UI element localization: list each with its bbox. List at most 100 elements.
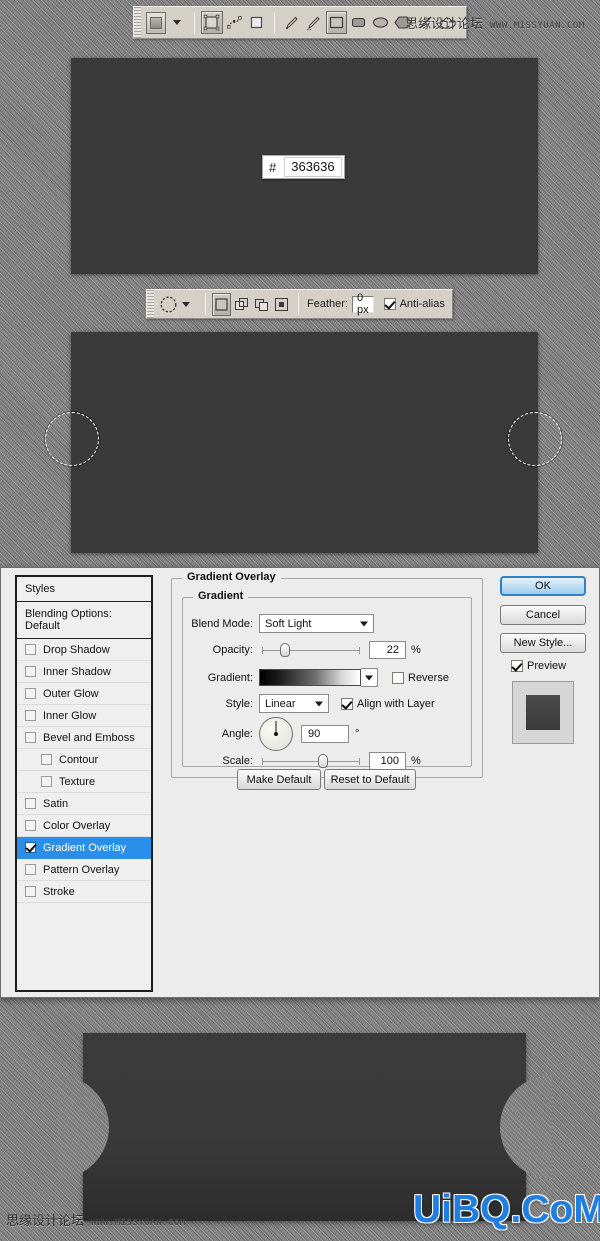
gradient-preview-swatch[interactable] (259, 669, 361, 686)
styles-list-items: Drop Shadow Inner Shadow Outer Glow Inner G… (17, 639, 151, 903)
hex-prefix-label: # (269, 159, 277, 175)
toolbar-separator (205, 293, 206, 315)
style-item-checkbox[interactable] (25, 688, 36, 699)
style-item-inner-shadow[interactable]: Inner Shadow (17, 661, 151, 683)
custom-shape-tool-button[interactable] (437, 11, 459, 34)
reverse-checkbox-box[interactable] (392, 671, 404, 684)
angle-dial[interactable] (259, 717, 293, 751)
angle-label: Angle: (221, 728, 253, 740)
make-default-button[interactable]: Make Default (237, 769, 321, 790)
reset-to-default-label: Reset to Default (330, 773, 410, 786)
freeform-pen-tool-button[interactable] (303, 11, 324, 34)
opacity-slider-track (262, 647, 360, 654)
style-item-bevel-and-emboss[interactable]: Bevel and Emboss (17, 727, 151, 749)
opacity-row: Opacity: 22 % (183, 641, 421, 659)
feather-input[interactable]: 0 px (351, 292, 374, 316)
style-item-inner-glow[interactable]: Inner Glow (17, 705, 151, 727)
blend-mode-select[interactable]: Soft Light (259, 614, 374, 633)
style-item-label: Stroke (43, 885, 75, 898)
opacity-slider[interactable] (262, 643, 360, 657)
opacity-input[interactable]: 22 (369, 641, 406, 659)
angle-row: Angle: 90 ° (183, 717, 359, 751)
style-preview-thumbnail (512, 681, 574, 744)
line-tool-button[interactable] (415, 11, 436, 34)
blend-mode-label: Blend Mode: (191, 617, 253, 630)
style-item-contour[interactable]: Contour (17, 749, 151, 771)
marquee-selection-right (508, 412, 562, 466)
chevron-down-icon[interactable] (360, 621, 368, 626)
scale-slider[interactable] (262, 754, 360, 768)
preview-checkbox-box[interactable] (511, 660, 523, 672)
add-to-selection-button[interactable] (232, 293, 251, 316)
polygon-tool-button[interactable] (392, 11, 413, 34)
feather-value: 0 px (356, 292, 369, 316)
shape-tool-options-bar[interactable] (133, 6, 467, 39)
scale-row: Scale: 100 % (183, 752, 421, 770)
style-item-gradient-overlay[interactable]: Gradient Overlay (17, 837, 151, 859)
blend-mode-row: Blend Mode: Soft Light (183, 614, 374, 633)
style-item-checkbox[interactable] (25, 886, 36, 897)
opacity-slider-thumb[interactable] (280, 643, 290, 657)
style-item-checkbox[interactable] (25, 732, 36, 743)
style-item-checkbox[interactable] (41, 776, 52, 787)
styles-list-panel[interactable]: Styles Blending Options: Default Drop Sh… (15, 575, 153, 992)
gradient-style-select[interactable]: Linear (259, 694, 329, 713)
style-item-checkbox[interactable] (25, 864, 36, 875)
angle-input[interactable]: 90 (301, 725, 349, 743)
ok-button[interactable]: OK (500, 576, 586, 596)
style-item-texture[interactable]: Texture (17, 771, 151, 793)
rectangle-tool-button[interactable] (325, 11, 347, 34)
fill-pixels-button[interactable] (246, 11, 267, 34)
marquee-tool-options-bar[interactable]: Feather: 0 px Anti-alias (146, 289, 453, 319)
style-item-checkbox[interactable] (25, 820, 36, 831)
ellipse-tool-button[interactable] (370, 11, 391, 34)
shape-layers-button[interactable] (201, 11, 223, 34)
blend-mode-value: Soft Light (265, 617, 312, 630)
new-selection-button[interactable] (212, 292, 231, 316)
subtract-from-selection-button[interactable] (252, 293, 271, 316)
ok-label: OK (535, 580, 551, 592)
scale-input[interactable]: 100 (369, 752, 406, 770)
preview-checkbox[interactable]: Preview (511, 660, 566, 672)
new-style-label: New Style... (513, 637, 573, 649)
pen-tool-button[interactable] (281, 11, 302, 34)
style-item-outer-glow[interactable]: Outer Glow (17, 683, 151, 705)
style-item-checkbox[interactable] (41, 754, 52, 765)
blending-options-item[interactable]: Blending Options: Default (17, 602, 151, 639)
tool-preset-chevron-down-icon[interactable] (173, 20, 182, 25)
style-item-checkbox[interactable] (25, 666, 36, 677)
elliptical-marquee-tool-icon[interactable] (159, 292, 178, 316)
cancel-button[interactable]: Cancel (500, 605, 586, 625)
toolbar-drag-grip[interactable] (134, 7, 141, 38)
angle-unit: ° (355, 728, 360, 740)
style-item-label: Color Overlay (43, 819, 111, 832)
cancel-label: Cancel (525, 609, 561, 621)
hex-color-input[interactable]: # 363636 (262, 155, 345, 179)
reset-to-default-button[interactable]: Reset to Default (324, 769, 416, 790)
layer-style-dialog[interactable]: Styles Blending Options: Default Drop Sh… (0, 567, 600, 998)
toolbar-drag-grip[interactable] (147, 290, 154, 318)
marquee-preset-chevron-down-icon[interactable] (182, 301, 190, 307)
style-item-checkbox[interactable] (25, 798, 36, 809)
new-style-button[interactable]: New Style... (500, 633, 586, 653)
hex-value-field[interactable]: 363636 (284, 157, 342, 177)
style-item-pattern-overlay[interactable]: Pattern Overlay (17, 859, 151, 881)
anti-alias-checkbox-box[interactable] (383, 298, 396, 310)
style-item-color-overlay[interactable]: Color Overlay (17, 815, 151, 837)
scale-slider-thumb[interactable] (318, 754, 328, 768)
anti-alias-checkbox[interactable]: Anti-alias (383, 298, 445, 310)
gradient-picker-chevron-down-icon[interactable] (361, 668, 378, 687)
style-item-stroke[interactable]: Stroke (17, 881, 151, 903)
style-item-checkbox[interactable] (25, 644, 36, 655)
style-item-drop-shadow[interactable]: Drop Shadow (17, 639, 151, 661)
style-item-checkbox[interactable] (25, 710, 36, 721)
chevron-down-icon[interactable] (315, 701, 323, 706)
style-item-checkbox[interactable] (25, 842, 36, 853)
style-item-satin[interactable]: Satin (17, 793, 151, 815)
style-item-label: Inner Glow (43, 709, 97, 722)
shape-tool-swatch[interactable] (146, 11, 167, 34)
paths-button[interactable] (224, 11, 245, 34)
intersect-with-selection-button[interactable] (272, 293, 291, 316)
rounded-rectangle-tool-button[interactable] (348, 11, 369, 34)
align-with-layer-checkbox-box[interactable] (341, 697, 353, 710)
